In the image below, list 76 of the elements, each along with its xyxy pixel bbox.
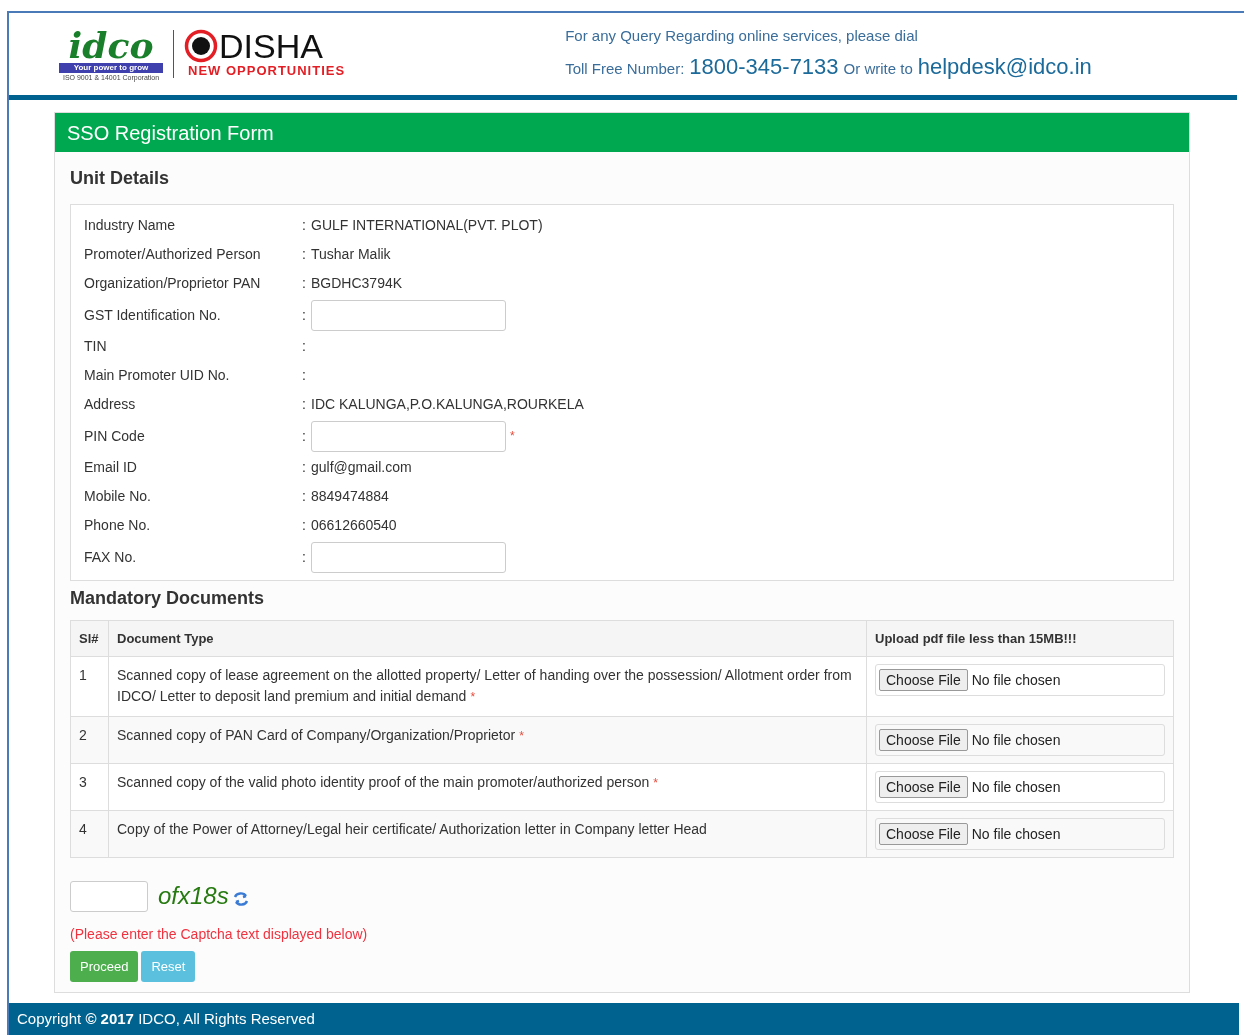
- separator: :: [302, 216, 307, 235]
- query-text: For any Query Regarding online services, please dial: [565, 26, 919, 47]
- choose-file-button[interactable]: Choose File: [879, 776, 968, 798]
- toll-free-label: Toll Free Number:: [565, 58, 685, 79]
- table-cell: 4: [70, 810, 109, 858]
- field-label: PIN Code: [84, 426, 146, 446]
- separator: :: [302, 366, 307, 385]
- field-label: TIN: [84, 337, 108, 356]
- file-upload-field[interactable]: Choose File No file chosen: [875, 724, 1165, 756]
- document-type: Scanned copy of the valid photo identity proof of the main promoter/authorized person *: [117, 774, 658, 790]
- required-asterisk: *: [510, 428, 515, 445]
- copyright-text: Copyright © 2017 IDCO, All Rights Reserved: [17, 1008, 315, 1029]
- email-link[interactable]: helpdesk@idco.in: [917, 49, 1092, 83]
- refresh-icon[interactable]: [232, 890, 249, 908]
- captcha-input[interactable]: [70, 880, 148, 912]
- captcha-text: ofx18s: [158, 881, 229, 911]
- file-status: No file chosen: [971, 730, 1061, 750]
- column-header: Sl#: [70, 620, 109, 657]
- write-text: Or write to: [843, 58, 913, 79]
- table-cell: 1: [70, 656, 109, 717]
- logo-tagline: Your power to grow: [59, 62, 163, 73]
- field-label: FAX No.: [84, 547, 138, 567]
- input-field[interactable]: [311, 299, 506, 331]
- logo-wordmark: idco: [68, 26, 154, 63]
- field-label: Organization/Proprietor PAN: [84, 274, 262, 293]
- captcha-hint: (Please enter the Captcha text displayed below): [70, 925, 369, 944]
- ring-icon: [184, 29, 218, 63]
- file-status: No file chosen: [971, 824, 1061, 844]
- file-upload-field[interactable]: Choose File No file chosen: [875, 664, 1165, 696]
- logo-brand: DISHA: [219, 29, 323, 63]
- field-label: Industry Name: [84, 216, 177, 235]
- document-type: Scanned copy of lease agreement on the allotted property/ Letter of handing over the possession/ Allotment order from IDCO/ Letter to deposit land premium and initial demand *: [117, 667, 852, 704]
- file-upload-field[interactable]: Choose File No file chosen: [875, 818, 1165, 850]
- separator: :: [302, 516, 307, 535]
- separator: :: [302, 458, 307, 477]
- field-value: Tushar Malik: [311, 245, 391, 264]
- field-label: Phone No.: [84, 516, 152, 535]
- choose-file-button[interactable]: Choose File: [879, 669, 968, 691]
- field-label: Mobile No.: [84, 487, 152, 506]
- separator: :: [302, 245, 307, 264]
- form-title-bar: SSO Registration Form: [55, 113, 1189, 152]
- field-value: GULF INTERNATIONAL(PVT. PLOT): [311, 216, 543, 235]
- separator: :: [302, 487, 307, 506]
- phone-number[interactable]: 1800-345-7133: [689, 49, 839, 83]
- separator: :: [302, 274, 307, 293]
- document-type: Copy of the Power of Attorney/Legal heir certificate/ Authorization letter in Company letter Head: [117, 821, 707, 837]
- field-label: Address: [84, 395, 137, 414]
- field-label: GST Identification No.: [84, 305, 222, 325]
- separator: :: [302, 547, 307, 567]
- field-label: Email ID: [84, 458, 138, 477]
- input-field[interactable]: [311, 541, 506, 573]
- separator: :: [302, 337, 307, 356]
- field-label: Main Promoter UID No.: [84, 366, 231, 385]
- document-type: Scanned copy of PAN Card of Company/Organization/Proprietor *: [117, 727, 524, 743]
- table-cell: 3: [70, 763, 109, 811]
- column-header: Document Type: [108, 620, 867, 657]
- field-value: IDC KALUNGA,P.O.KALUNGA,ROURKELA: [311, 395, 584, 414]
- separator: :: [302, 305, 307, 325]
- logo-brand-tagline: NEW OPPORTUNITIES: [188, 63, 346, 79]
- choose-file-button[interactable]: Choose File: [879, 823, 968, 845]
- field-value: 8849474884: [311, 487, 389, 506]
- field-value: gulf@gmail.com: [311, 458, 412, 477]
- field-label: Promoter/Authorized Person: [84, 245, 262, 264]
- field-value: BGDHC3794K: [311, 274, 403, 293]
- separator: :: [302, 426, 307, 446]
- file-status: No file chosen: [971, 670, 1061, 690]
- file-upload-field[interactable]: Choose File No file chosen: [875, 771, 1165, 803]
- choose-file-button[interactable]: Choose File: [879, 729, 968, 751]
- section-heading: Unit Details: [70, 167, 171, 190]
- table-cell: 2: [70, 716, 109, 764]
- separator: :: [302, 395, 307, 414]
- input-field[interactable]: [311, 420, 506, 452]
- field-value: 06612660540: [311, 516, 397, 535]
- file-status: No file chosen: [971, 777, 1061, 797]
- column-header: Upload pdf file less than 15MB!!!: [866, 620, 1174, 657]
- section-heading: Mandatory Documents: [70, 587, 266, 610]
